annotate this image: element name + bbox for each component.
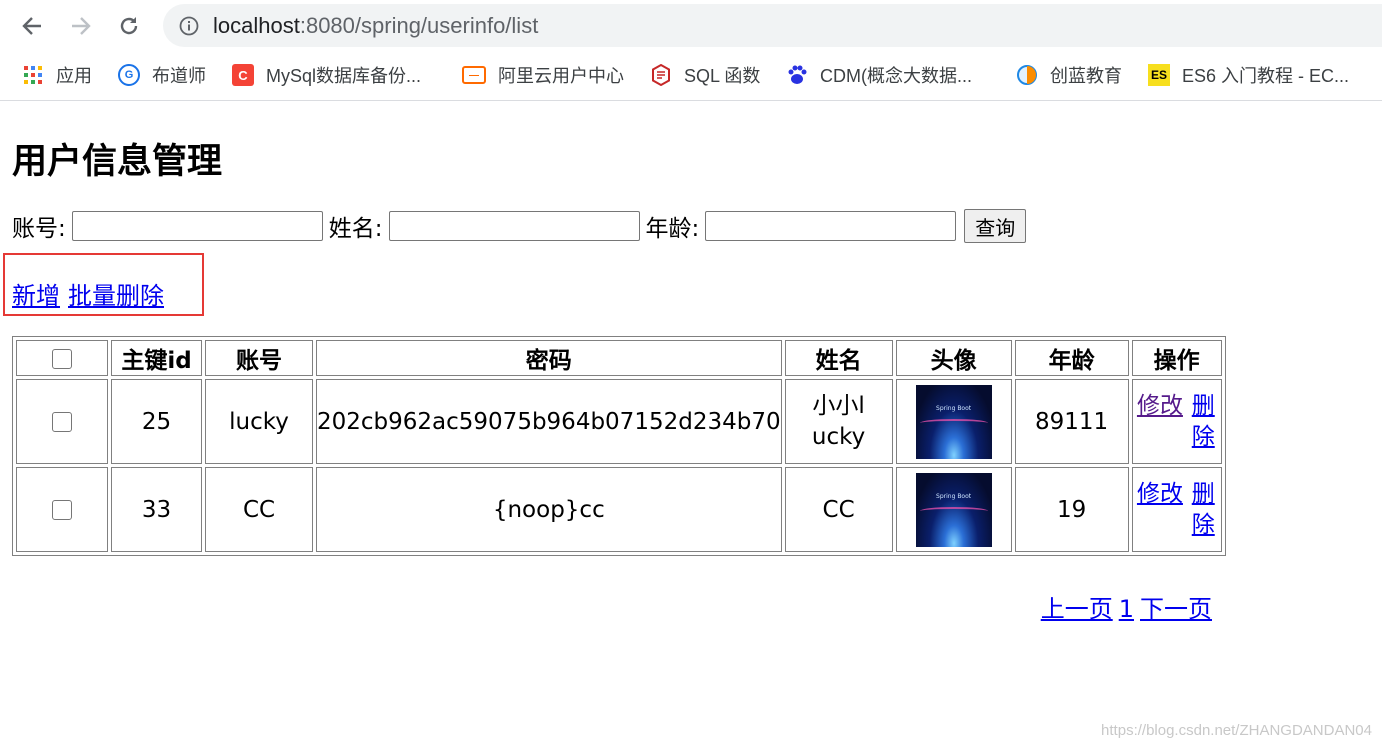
- id-cell: 33: [111, 467, 202, 552]
- apps-grid-icon: [22, 64, 44, 86]
- row-checkbox[interactable]: [52, 412, 72, 432]
- account-input[interactable]: [71, 211, 323, 241]
- table-row: 33 CC {noop}cc CC Spring Boot 19 修改 删除: [16, 467, 1222, 552]
- bookmark-sql-functions[interactable]: SQL 函数: [650, 58, 760, 92]
- id-cell: 25: [111, 379, 202, 464]
- col-header-password: 密码: [316, 340, 782, 376]
- age-cell: 19: [1014, 467, 1129, 552]
- chuanglan-icon: [1016, 64, 1038, 86]
- bookmark-es6[interactable]: ES ES6 入门教程 - EC...: [1148, 58, 1349, 92]
- watermark: https://blog.csdn.net/ZHANGDANDAN04: [1101, 722, 1372, 739]
- col-header-name: 姓名: [784, 340, 893, 376]
- pagination: 上一页 1 下一页: [1041, 589, 1212, 624]
- name-label: 姓名:: [328, 216, 383, 242]
- col-header-account: 账号: [205, 340, 313, 376]
- name-cell: 小小lucky: [784, 379, 893, 464]
- action-links: 新增 批量删除: [12, 276, 164, 311]
- bookmark-label: 布道师: [152, 66, 206, 86]
- bookmark-label: 创蓝教育: [1050, 66, 1122, 86]
- age-cell: 89111: [1014, 379, 1129, 464]
- avatar-image: Spring Boot: [915, 472, 992, 547]
- url-path: :8080/spring/userinfo/list: [299, 13, 539, 38]
- account-cell: lucky: [205, 379, 313, 464]
- bookmark-label: SQL 函数: [684, 66, 761, 86]
- select-all-checkbox[interactable]: [52, 348, 72, 369]
- row-select-cell: [16, 379, 108, 464]
- bookmark-budaoshi[interactable]: G 布道师: [118, 58, 206, 92]
- name-text: 小小lucky: [811, 392, 866, 450]
- avatar-image: Spring Boot: [915, 384, 992, 459]
- bookmark-label: CDM(概念大数据...: [820, 66, 972, 86]
- bookmark-label: 阿里云用户中心: [498, 66, 624, 86]
- avatar-cell: Spring Boot: [895, 379, 1012, 464]
- reload-icon: [120, 17, 138, 35]
- forward-button[interactable]: [67, 12, 95, 40]
- bookmarks-bar: 应用 G 布道师 C MySql数据库备份... — 阿里云用户中心 SQL 函…: [0, 58, 1382, 92]
- arrow-right-icon: [72, 17, 91, 35]
- account-cell: CC: [205, 467, 313, 552]
- site-info-icon[interactable]: [179, 16, 199, 40]
- delete-link[interactable]: 删除: [1190, 391, 1216, 453]
- col-header-age: 年龄: [1014, 340, 1129, 376]
- aliyun-icon: —: [462, 66, 486, 84]
- url-text[interactable]: localhost:8080/spring/userinfo/list: [213, 13, 538, 39]
- back-button[interactable]: [18, 12, 46, 40]
- operations-cell: 修改 删除: [1131, 467, 1222, 552]
- user-table: 主键id 账号 密码 姓名 头像 年龄 操作 25 lucky 202cb962…: [12, 336, 1226, 556]
- csdn-c-icon: C: [232, 64, 254, 86]
- avatar-cell: Spring Boot: [895, 467, 1012, 552]
- account-label: 账号:: [12, 216, 66, 242]
- row-checkbox[interactable]: [52, 500, 72, 520]
- search-form: 账号: 姓名: 年龄: 查询: [12, 208, 1027, 244]
- bookmark-cdm[interactable]: CDM(概念大数据...: [786, 58, 972, 92]
- arrow-left-icon: [22, 17, 41, 35]
- bookmark-label: 应用: [56, 66, 92, 86]
- delete-link[interactable]: 删除: [1190, 479, 1216, 541]
- operations-cell: 修改 删除: [1131, 379, 1222, 464]
- age-input[interactable]: [705, 211, 957, 241]
- budaoshi-icon: G: [118, 64, 140, 86]
- select-all-header: [16, 340, 108, 376]
- password-cell: {noop}cc: [316, 467, 782, 552]
- baidu-paw-icon: [786, 64, 808, 86]
- es-icon: ES: [1148, 64, 1170, 86]
- prev-page-link[interactable]: 上一页: [1041, 595, 1113, 623]
- w3school-icon: [650, 64, 672, 86]
- name-input[interactable]: [388, 211, 640, 241]
- col-header-id: 主键id: [111, 340, 202, 376]
- table-header-row: 主键id 账号 密码 姓名 头像 年龄 操作: [16, 340, 1222, 376]
- bookmark-aliyun[interactable]: — 阿里云用户中心: [462, 58, 624, 92]
- next-page-link[interactable]: 下一页: [1140, 595, 1212, 623]
- page-title: 用户信息管理: [12, 142, 223, 182]
- edit-link[interactable]: 修改: [1137, 393, 1183, 419]
- table-row: 25 lucky 202cb962ac59075b964b07152d234b7…: [16, 379, 1222, 464]
- password-cell: 202cb962ac59075b964b07152d234b70: [316, 379, 782, 464]
- col-header-avatar: 头像: [895, 340, 1012, 376]
- browser-chrome: localhost:8080/spring/userinfo/list 应用 G…: [0, 0, 1382, 101]
- batch-delete-link[interactable]: 批量删除: [68, 282, 164, 310]
- row-select-cell: [16, 467, 108, 552]
- name-cell: CC: [784, 467, 893, 552]
- query-button[interactable]: 查询: [964, 209, 1027, 243]
- bookmark-label: MySql数据库备份...: [266, 66, 422, 86]
- add-link[interactable]: 新增: [12, 282, 60, 310]
- bookmark-label: ES6 入门教程 - EC...: [1182, 66, 1350, 86]
- col-header-operations: 操作: [1131, 340, 1222, 376]
- url-host: localhost: [213, 13, 300, 38]
- bookmark-apps[interactable]: 应用: [22, 58, 92, 92]
- reload-button[interactable]: [115, 12, 143, 40]
- page-number-link[interactable]: 1: [1119, 595, 1134, 623]
- age-label: 年龄:: [645, 216, 700, 242]
- bookmark-chuanglan[interactable]: 创蓝教育: [1016, 58, 1122, 92]
- address-bar[interactable]: localhost:8080/spring/userinfo/list: [163, 4, 1382, 47]
- bookmark-mysql-backup[interactable]: C MySql数据库备份...: [232, 58, 421, 92]
- edit-link[interactable]: 修改: [1137, 481, 1183, 507]
